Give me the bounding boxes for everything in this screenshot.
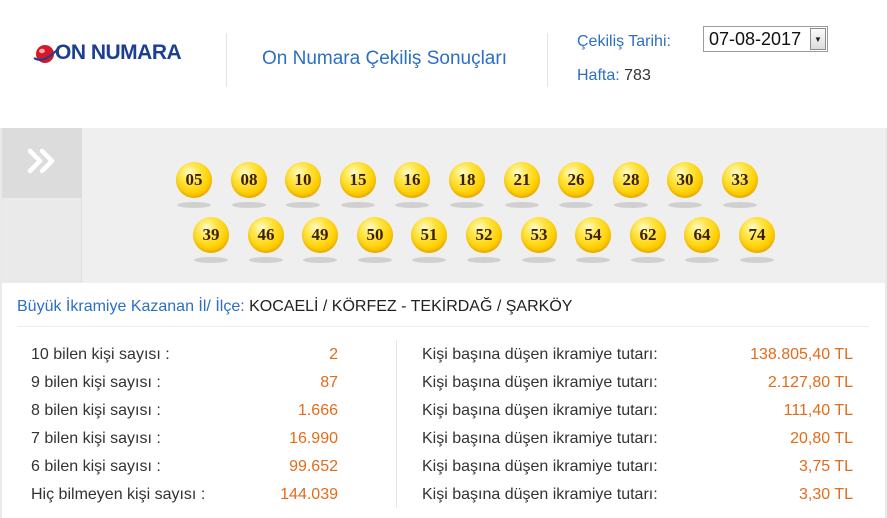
ball-shadow	[559, 202, 593, 208]
winner-count: 2	[329, 346, 338, 363]
number-ball: 10	[285, 162, 321, 198]
number-ball: 74	[739, 217, 775, 253]
match-count-label: 8 bilen kişi sayısı :	[31, 402, 161, 419]
divider	[17, 326, 869, 327]
winner-count: 87	[320, 374, 338, 391]
result-row: 9 bilen kişi sayısı : 87 Kişi başına düşen…	[0, 374, 887, 394]
ball-shadow	[395, 202, 429, 208]
number-ball: 46	[248, 217, 284, 253]
number-ball: 52	[466, 217, 502, 253]
number-ball: 64	[684, 217, 720, 253]
jackpot-location-label: Büyük İkramiye Kazanan İl/ İlçe:	[17, 298, 245, 315]
winner-count: 144.039	[280, 486, 338, 503]
week-value: 783	[624, 67, 651, 84]
result-row: 8 bilen kişi sayısı : 1.666 Kişi başına dü…	[0, 402, 887, 422]
next-button[interactable]	[2, 128, 82, 198]
ball-shadow	[668, 202, 702, 208]
ball-shadow	[505, 202, 539, 208]
double-chevron-right-icon	[27, 148, 57, 179]
header-divider	[226, 33, 227, 87]
ball-shadow	[358, 257, 392, 263]
number-ball: 05	[176, 162, 212, 198]
prize-amount: 3,30 TL	[799, 486, 853, 503]
ball-shadow	[631, 257, 665, 263]
prize-label: Kişi başına düşen ikramiye tutarı:	[422, 430, 658, 447]
draw-date-label: Çekiliş Tarihi:	[577, 33, 671, 50]
ball-shadow	[467, 257, 501, 263]
prize-amount: 2.127,80 TL	[767, 374, 853, 391]
ball-shadow	[740, 257, 774, 263]
result-row: 6 bilen kişi sayısı : 99.652 Kişi başına d…	[0, 458, 887, 478]
prize-label: Kişi başına düşen ikramiye tutarı:	[422, 458, 658, 475]
on-numara-logo[interactable]: ON NUMARA	[33, 40, 182, 66]
number-ball: 50	[357, 217, 393, 253]
draw-date-value: 07-08-2017	[709, 28, 802, 49]
number-ball: 30	[667, 162, 703, 198]
prize-amount: 20,80 TL	[790, 430, 853, 447]
header-divider	[547, 33, 548, 87]
ball-shadow	[286, 202, 320, 208]
ball-shadow	[450, 202, 484, 208]
prize-label: Kişi başına düşen ikramiye tutarı:	[422, 346, 658, 363]
dropdown-arrow-icon[interactable]: ▼	[810, 28, 826, 50]
number-ball: 16	[394, 162, 430, 198]
ball-shadow	[522, 257, 556, 263]
number-ball: 53	[521, 217, 557, 253]
week-label: Hafta:	[577, 67, 620, 84]
number-ball: 33	[722, 162, 758, 198]
winner-count: 1.666	[297, 402, 338, 419]
header: ON NUMARA On Numara Çekiliş Sonuçları Çe…	[0, 0, 887, 128]
number-ball: 49	[302, 217, 338, 253]
match-count-label: 7 bilen kişi sayısı :	[31, 430, 161, 447]
ball-shadow	[232, 202, 266, 208]
prize-amount: 111,40 TL	[783, 402, 853, 419]
draw-date-select[interactable]: 07-08-2017 ▼	[703, 26, 828, 52]
ball-shadow	[177, 202, 211, 208]
number-ball: 62	[630, 217, 666, 253]
jackpot-location-value: KOCAELİ / KÖRFEZ - TEKİRDAĞ / ŞARKÖY	[249, 298, 573, 315]
number-ball: 39	[193, 217, 229, 253]
week-info: Hafta: 783	[577, 67, 651, 85]
number-ball: 15	[340, 162, 376, 198]
number-ball: 51	[411, 217, 447, 253]
logo-ball-icon	[33, 42, 58, 64]
result-row: 7 bilen kişi sayısı : 16.990 Kişi başına d…	[0, 430, 887, 450]
ball-shadow	[412, 257, 446, 263]
ball-shadow	[341, 202, 375, 208]
prize-amount: 3,75 TL	[799, 458, 853, 475]
ball-shadow	[303, 257, 337, 263]
winner-count: 16.990	[289, 430, 338, 447]
number-ball: 54	[575, 217, 611, 253]
jackpot-location: Büyük İkramiye Kazanan İl/ İlçe: KOCAELİ…	[17, 298, 572, 316]
match-count-label: 9 bilen kişi sayısı :	[31, 374, 161, 391]
number-ball: 18	[449, 162, 485, 198]
ball-shadow	[576, 257, 610, 263]
ball-shadow	[685, 257, 719, 263]
number-ball: 28	[613, 162, 649, 198]
winner-count: 99.652	[289, 458, 338, 475]
ball-shadow	[249, 257, 283, 263]
prize-label: Kişi başına düşen ikramiye tutarı:	[422, 402, 658, 419]
page-title: On Numara Çekiliş Sonuçları	[262, 48, 507, 69]
result-row: Hiç bilmeyen kişi sayısı : 144.039 Kişi ba…	[0, 486, 887, 506]
result-row: 10 bilen kişi sayısı : 2 Kişi başına düşen…	[0, 346, 887, 366]
number-ball: 21	[504, 162, 540, 198]
ball-shadow	[194, 257, 228, 263]
ball-shadow	[614, 202, 648, 208]
match-count-label: 6 bilen kişi sayısı :	[31, 458, 161, 475]
number-ball: 08	[231, 162, 267, 198]
number-ball: 26	[558, 162, 594, 198]
match-count-label: Hiç bilmeyen kişi sayısı :	[31, 486, 206, 503]
prize-label: Kişi başına düşen ikramiye tutarı:	[422, 486, 658, 503]
ball-shadow	[723, 202, 757, 208]
prize-amount: 138.805,40 TL	[750, 346, 853, 363]
match-count-label: 10 bilen kişi sayısı :	[31, 346, 170, 363]
prize-label: Kişi başına düşen ikramiye tutarı:	[422, 374, 658, 391]
logo-text: ON NUMARA	[55, 41, 182, 64]
